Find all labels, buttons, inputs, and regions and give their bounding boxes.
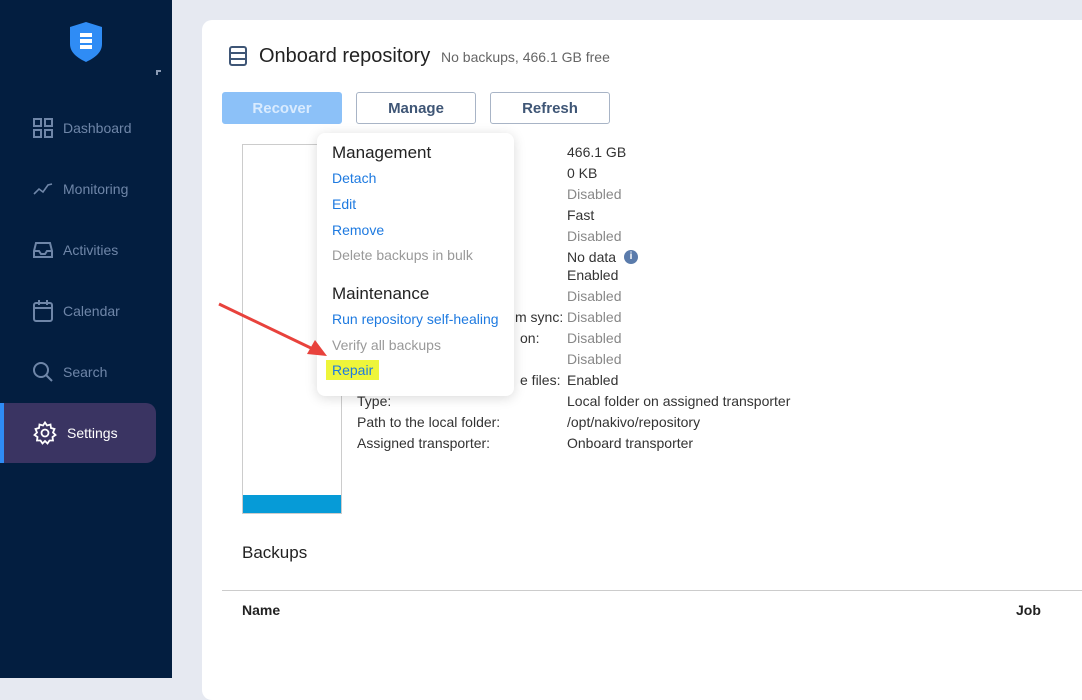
storage-used-fill — [243, 494, 341, 513]
detail-label: m sync: — [515, 309, 564, 325]
menu-heading-maintenance: Maintenance — [332, 284, 430, 303]
sidebar-item-label: Monitoring — [63, 181, 129, 197]
detail-value: 0 KB — [567, 165, 598, 181]
sidebar-item-calendar[interactable]: Calendar — [0, 281, 156, 341]
collapse-handle[interactable] — [156, 70, 161, 75]
sidebar-item-label: Settings — [67, 425, 118, 441]
menu-item-edit[interactable]: Edit — [332, 196, 356, 212]
menu-item-remove[interactable]: Remove — [332, 222, 384, 238]
refresh-button[interactable]: Refresh — [490, 92, 610, 124]
sidebar: Dashboard Monitoring Activities Calendar… — [0, 0, 172, 678]
dashboard-icon — [33, 118, 53, 138]
manage-dropdown-menu: Management Detach Edit Remove Delete bac… — [317, 133, 514, 396]
detail-value: Enabled — [567, 372, 619, 388]
sidebar-item-label: Activities — [63, 242, 119, 258]
sidebar-item-label: Dashboard — [63, 120, 132, 136]
detail-value: Disabled — [567, 228, 622, 244]
logo-shield-icon[interactable] — [70, 22, 102, 62]
column-header-job[interactable]: Job — [1016, 602, 1041, 618]
column-header-name[interactable]: Name — [242, 602, 280, 618]
detail-label: Assigned transporter: — [357, 435, 491, 451]
detail-value: Fast — [567, 207, 595, 223]
red-arrow-annotation — [218, 302, 327, 356]
monitoring-icon — [33, 183, 53, 195]
menu-item-self-healing[interactable]: Run repository self-healing — [332, 311, 499, 327]
detail-value: /opt/nakivo/repository — [567, 414, 701, 430]
page-title: Onboard repository — [259, 45, 431, 67]
divider — [222, 590, 1082, 591]
sidebar-item-dashboard[interactable]: Dashboard — [0, 98, 156, 158]
calendar-icon — [33, 300, 53, 322]
detail-label: e files: — [520, 372, 561, 388]
sidebar-item-search[interactable]: Search — [0, 342, 156, 402]
recover-button[interactable]: Recover — [222, 92, 342, 124]
menu-item-delete-bulk: Delete backups in bulk — [332, 247, 473, 263]
sidebar-item-activities[interactable]: Activities — [0, 220, 156, 280]
detail-value: Disabled — [567, 330, 622, 346]
sidebar-item-label: Calendar — [63, 303, 120, 319]
repository-icon — [229, 46, 247, 66]
sidebar-item-label: Search — [63, 364, 108, 380]
detail-value: Disabled — [567, 186, 622, 202]
menu-item-detach[interactable]: Detach — [332, 170, 376, 186]
info-icon[interactable]: i — [624, 250, 638, 264]
detail-row: Assigned transporter: Onboard transporter — [357, 435, 957, 456]
menu-heading-management: Management — [332, 143, 432, 162]
detail-value: No data — [567, 249, 617, 265]
detail-label: on: — [520, 330, 540, 346]
detail-value: 466.1 GB — [567, 144, 627, 160]
detail-label: Path to the local folder: — [357, 414, 501, 430]
menu-item-verify-all: Verify all backups — [332, 337, 441, 353]
sidebar-item-settings[interactable]: Settings — [0, 403, 156, 463]
detail-value: Onboard transporter — [567, 435, 694, 451]
sidebar-item-monitoring[interactable]: Monitoring — [0, 159, 156, 219]
backups-heading: Backups — [242, 543, 308, 562]
gear-icon — [33, 421, 57, 445]
menu-item-repair[interactable]: Repair — [326, 360, 380, 380]
search-icon — [33, 362, 53, 382]
detail-value: Disabled — [567, 288, 622, 304]
detail-value: Enabled — [567, 267, 619, 283]
detail-value: Disabled — [567, 309, 622, 325]
detail-value: Local folder on assigned transporter — [567, 393, 791, 409]
detail-value: Disabled — [567, 351, 622, 367]
detail-row: Path to the local folder: /opt/nakivo/rep… — [357, 414, 957, 435]
inbox-icon — [33, 242, 53, 258]
manage-button[interactable]: Manage — [356, 92, 476, 124]
page-subtitle: No backups, 466.1 GB free — [441, 49, 610, 65]
detail-row: Type: Local folder on assigned transporte… — [357, 393, 957, 414]
